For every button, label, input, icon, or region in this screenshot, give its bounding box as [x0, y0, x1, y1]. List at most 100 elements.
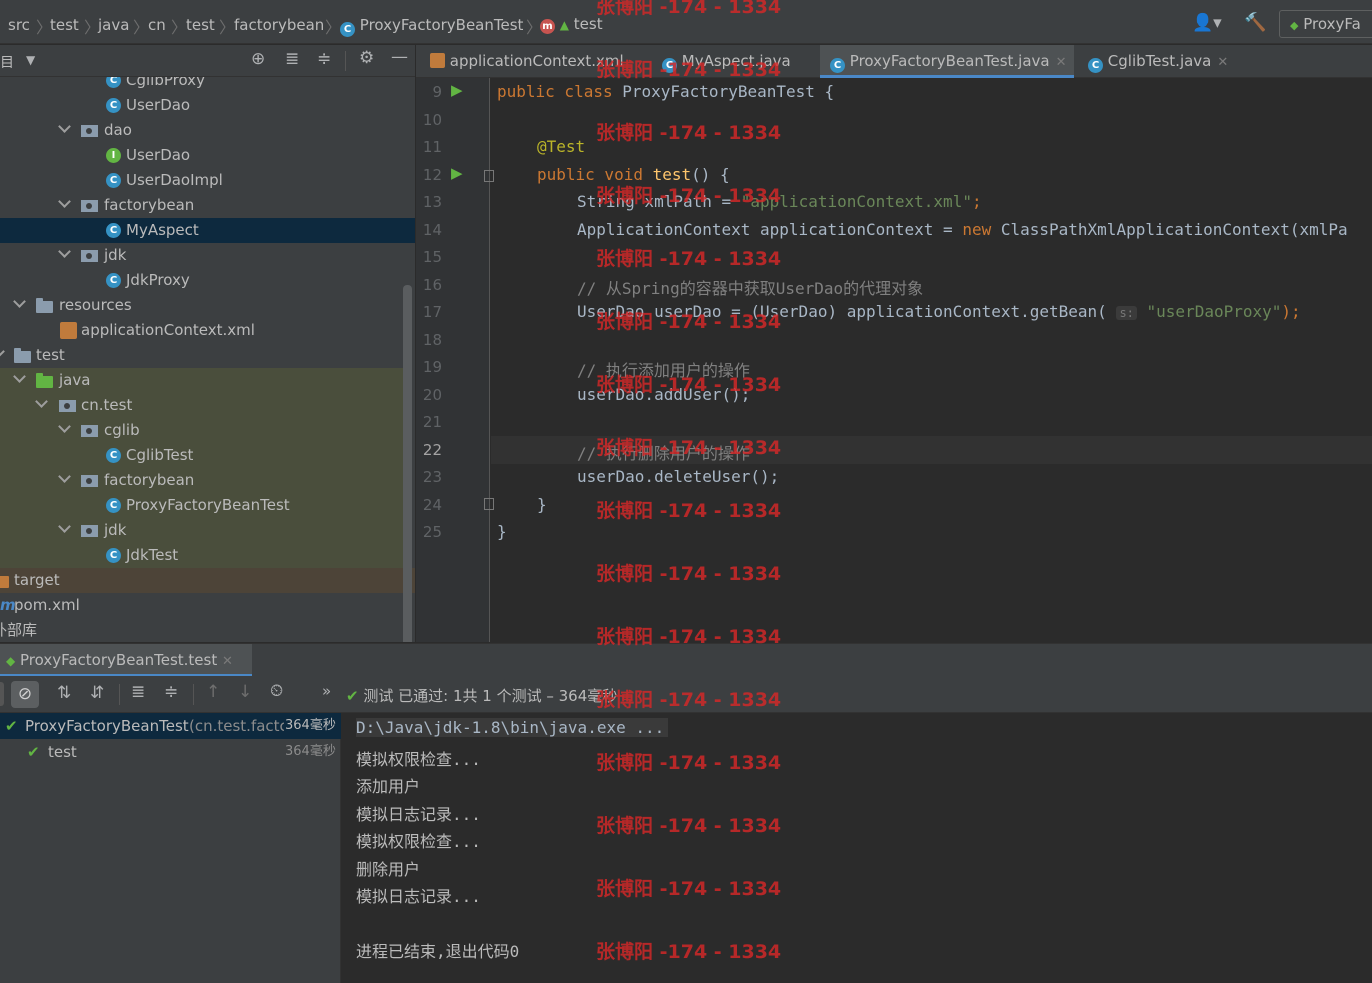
tree-item-jdk-test[interactable]: jdk	[0, 518, 405, 543]
expand-arrow-icon[interactable]	[58, 120, 71, 133]
close-tab-icon[interactable]: ✕	[1217, 55, 1228, 70]
hide-panel-icon[interactable]: —	[391, 47, 408, 67]
tree-item-factorybean-test[interactable]: factorybean	[0, 468, 405, 493]
tree-item-cglib[interactable]: cglib	[0, 418, 405, 443]
expand-arrow-icon[interactable]	[0, 345, 5, 358]
tab-cglibtest[interactable]: C CglibTest.java ✕	[1078, 45, 1238, 78]
breadcrumb-class-label: ProxyFactoryBeanTest	[359, 16, 524, 34]
view-dropdown-icon[interactable]: ▼	[26, 53, 35, 67]
tree-item-factorybean[interactable]: factorybean	[0, 193, 405, 218]
project-scrollbar[interactable]	[403, 285, 412, 642]
tree-item-pom[interactable]: m pom.xml	[0, 593, 405, 618]
tree-item-label: cglib	[104, 421, 140, 439]
expand-arrow-icon[interactable]	[58, 195, 71, 208]
expand-arrow-icon[interactable]	[35, 395, 48, 408]
show-passed-toggle-icon[interactable]: ⊘	[11, 681, 39, 708]
collapse-all-icon[interactable]: ≑	[164, 682, 178, 702]
check-icon: ✔	[346, 687, 359, 705]
console-line: 模拟日志记录...	[356, 887, 481, 906]
locate-file-icon[interactable]: ⊕	[251, 49, 265, 69]
tree-item-resources[interactable]: resources	[0, 293, 405, 318]
close-tab-icon[interactable]: ✕	[1056, 55, 1067, 70]
tree-item-external-libraries[interactable]: 外部库	[0, 618, 405, 642]
test-result-row[interactable]: ✔ ProxyFactoryBeanTest (cn.test.factc 36…	[0, 713, 341, 739]
line-number: 19	[422, 358, 442, 376]
breadcrumb-test-package[interactable]: test	[186, 16, 215, 34]
test-result-row[interactable]: ✔ test 364毫秒	[0, 739, 341, 765]
code-text: ProxyFactoryBeanTest {	[622, 82, 835, 101]
build-hammer-icon[interactable]: 🔨	[1244, 12, 1266, 33]
sort-by-duration-icon[interactable]: ⇵	[90, 683, 104, 703]
fold-marker-icon[interactable]	[484, 170, 494, 182]
toolbar-divider	[119, 684, 120, 705]
xml-file-icon	[430, 53, 445, 68]
breadcrumb-java[interactable]: java	[98, 16, 129, 34]
breadcrumb-test[interactable]: test	[50, 16, 79, 34]
tree-item-target[interactable]: target	[0, 568, 415, 593]
expand-arrow-icon[interactable]	[58, 245, 71, 258]
watermark: 张博阳 -174 - 1334	[596, 500, 782, 522]
expand-arrow-icon[interactable]	[13, 370, 26, 383]
collapse-all-icon[interactable]: ≑	[317, 49, 331, 69]
tree-item-label: java	[59, 371, 91, 389]
expand-arrow-icon[interactable]	[58, 520, 71, 533]
rerun-button[interactable]	[0, 682, 4, 706]
expand-all-icon[interactable]: ≣	[131, 682, 145, 702]
breadcrumb-method[interactable]: m ▲ test	[540, 15, 603, 34]
tree-item-userdao[interactable]: C UserDao	[0, 93, 405, 118]
run-tab[interactable]: ◆ ProxyFactoryBeanTest.test ✕	[0, 644, 252, 677]
close-tab-icon[interactable]: ✕	[222, 654, 233, 669]
user-icon[interactable]: 👤▾	[1192, 13, 1222, 33]
tree-item-label: CglibProxy	[126, 77, 205, 89]
tree-item-cglibtest[interactable]: C CglibTest	[0, 443, 405, 468]
console-line: 进程已结束,退出代码0	[356, 942, 520, 961]
tree-item-cn-test[interactable]: cn.test	[0, 393, 405, 418]
breadcrumb-factorybean[interactable]: factorybean	[234, 16, 324, 34]
tab-proxyfactorybeantest[interactable]: C ProxyFactoryBeanTest.java ✕	[820, 45, 1074, 78]
gear-icon[interactable]: ⚙	[359, 48, 374, 68]
console-output[interactable]: D:\Java\jdk-1.8\bin\java.exe ... 模拟权限检查.…	[342, 713, 1372, 983]
breadcrumb-src[interactable]: src	[8, 16, 30, 34]
expand-arrow-icon[interactable]	[58, 420, 71, 433]
next-failed-icon[interactable]: ↓	[238, 682, 252, 702]
code-editor[interactable]: 9 10 11 12 13 14 15 16 17 18 19 20 21 22…	[416, 78, 1372, 642]
expand-arrow-icon[interactable]	[58, 470, 71, 483]
line-number: 17	[422, 303, 442, 321]
run-config-label: ProxyFa	[1303, 15, 1361, 33]
run-configuration-selector[interactable]: ◆ ProxyFa	[1279, 10, 1372, 38]
tree-item-cglibproxy[interactable]: C CglibProxy	[0, 77, 405, 93]
breadcrumb-class[interactable]: C ProxyFactoryBeanTest	[340, 16, 523, 37]
passed-icon: ✔	[27, 743, 40, 761]
method-icon: m	[540, 19, 555, 34]
class-icon: C	[106, 223, 121, 238]
tree-item-proxyfactorybeantest[interactable]: C ProxyFactoryBeanTest	[0, 493, 405, 518]
expand-arrow-icon[interactable]	[13, 295, 26, 308]
code-string: "userDaoProxy"	[1146, 302, 1282, 321]
tree-item-jdk[interactable]: jdk	[0, 243, 405, 268]
tree-item-myaspect[interactable]: C MyAspect	[0, 218, 415, 243]
package-folder-icon	[81, 425, 98, 437]
package-folder-icon	[59, 400, 76, 412]
test-history-icon[interactable]: ⏲	[270, 681, 283, 701]
breadcrumb-cn[interactable]: cn	[148, 16, 166, 34]
tree-item-applicationcontext[interactable]: applicationContext.xml	[0, 318, 405, 343]
tree-item-test[interactable]: test	[0, 343, 405, 368]
tree-item-userdao-interface[interactable]: I UserDao	[0, 143, 405, 168]
tree-item-dao[interactable]: dao	[0, 118, 405, 143]
fold-marker-icon[interactable]	[484, 498, 494, 510]
tree-item-jdktest[interactable]: C JdkTest	[0, 543, 405, 568]
test-class-icon: C	[106, 498, 121, 513]
tree-item-label: UserDao	[126, 96, 191, 114]
run-test-icon[interactable]: ▶	[451, 81, 463, 99]
tree-item-java[interactable]: java	[0, 368, 405, 393]
previous-failed-icon[interactable]: ↑	[206, 682, 220, 702]
tree-item-jdkproxy[interactable]: C JdkProxy	[0, 268, 405, 293]
sort-alphabetically-icon[interactable]: ⇅	[57, 683, 71, 703]
tree-item-userdaoimpl[interactable]: C UserDaoImpl	[0, 168, 405, 193]
more-actions-icon[interactable]: »	[322, 682, 331, 700]
expand-all-icon[interactable]: ≣	[285, 49, 299, 69]
code-keyword: public class	[497, 82, 623, 101]
run-test-icon[interactable]: ▶	[451, 164, 463, 182]
tree-item-label: target	[14, 571, 60, 589]
test-duration: 364毫秒	[285, 718, 336, 733]
